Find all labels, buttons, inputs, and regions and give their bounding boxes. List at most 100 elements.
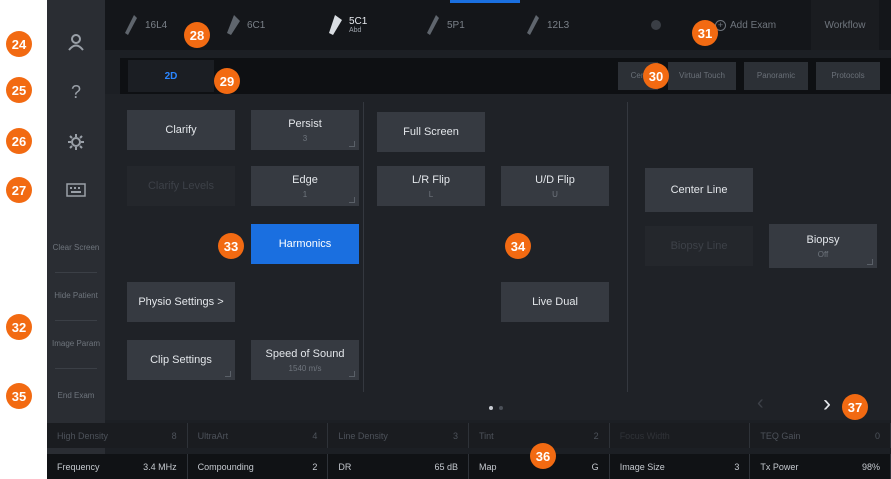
param-tx-power[interactable]: Tx Power 98% <box>750 454 891 479</box>
ultrasound-touch-screen: ? Clear Screen Hide Patient Image Param … <box>47 0 891 479</box>
harmonics-button[interactable]: Harmonics <box>251 224 359 264</box>
callout-badge: 37 <box>842 394 868 420</box>
param-compounding[interactable]: Compounding 2 <box>188 454 329 479</box>
probe-icon <box>329 15 342 35</box>
clip-settings-label: Clip Settings <box>150 354 212 366</box>
biopsy-label: Biopsy <box>806 233 840 246</box>
param-image-size[interactable]: Image Size 3 <box>610 454 751 479</box>
ud-flip-label: U/D Flip <box>535 173 575 186</box>
live-dual-button[interactable]: Live Dual <box>501 282 609 322</box>
callout-badge: 35 <box>6 383 32 409</box>
center-line-label: Center Line <box>670 184 728 196</box>
probe-bar: 16L4 6C1 5C1 Abd 5P1 12L3 + Add Exam Wor… <box>105 0 891 50</box>
biopsy-line-button: Biopsy Line <box>645 226 753 266</box>
probe-icon <box>125 15 137 35</box>
page-dot-active[interactable] <box>489 406 493 410</box>
panoramic-button[interactable]: Panoramic <box>744 62 808 90</box>
callout-badge: 28 <box>184 22 210 48</box>
param-frequency[interactable]: Frequency 3.4 MHz <box>47 454 188 479</box>
probe-5c1[interactable]: 5C1 Abd <box>327 0 367 50</box>
param-dr[interactable]: DR 65 dB <box>328 454 470 479</box>
user-icon[interactable] <box>47 22 105 62</box>
physio-settings-label: Physio Settings > <box>138 296 224 308</box>
probe-label: 12L3 <box>547 19 570 31</box>
probe-icon <box>427 15 439 35</box>
column-divider <box>627 102 628 392</box>
full-screen-button[interactable]: Full Screen <box>377 112 485 152</box>
harmonics-label: Harmonics <box>278 238 332 250</box>
live-dual-label: Live Dual <box>532 296 578 308</box>
sidebar-divider <box>55 368 97 369</box>
speed-of-sound-button[interactable]: Speed of Sound 1540 m/s <box>251 340 359 380</box>
speed-of-sound-value: 1540 m/s <box>288 363 322 373</box>
callout-badge: 24 <box>6 31 32 57</box>
clarify-label: Clarify <box>165 124 197 136</box>
speed-of-sound-label: Speed of Sound <box>265 347 345 360</box>
probe-icon <box>227 15 240 35</box>
param-ultraart[interactable]: UltraArt 4 <box>188 423 329 448</box>
full-screen-label: Full Screen <box>403 126 459 138</box>
callout-badge: 32 <box>6 314 32 340</box>
physio-settings-button[interactable]: Physio Settings > <box>127 282 235 322</box>
probe-12l3[interactable]: 12L3 <box>525 0 569 50</box>
param-teq-gain[interactable]: TEQ Gain 0 <box>750 423 891 448</box>
expand-icon <box>349 371 355 377</box>
control-panel: Clarify Persist 3 Clarify Levels Edge 1 … <box>105 94 891 420</box>
edge-label: Edge <box>292 173 318 186</box>
callout-badge: 33 <box>218 233 244 259</box>
biopsy-value: Off <box>817 249 829 259</box>
clarify-button[interactable]: Clarify <box>127 110 235 150</box>
biopsy-line-label: Biopsy Line <box>670 240 728 252</box>
persist-value: 3 <box>302 133 308 143</box>
add-exam-label: Add Exam <box>730 19 777 31</box>
virtual-touch-button[interactable]: Virtual Touch <box>668 62 736 90</box>
param-line-density[interactable]: Line Density 3 <box>328 423 470 448</box>
callout-badge: 30 <box>643 63 669 89</box>
probe-label: 5P1 <box>447 19 465 31</box>
ud-flip-button[interactable]: U/D Flip U <box>501 166 609 206</box>
probe-16l4[interactable]: 16L4 <box>123 0 167 50</box>
persist-button[interactable]: Persist 3 <box>251 110 359 150</box>
callout-badge: 26 <box>6 128 32 154</box>
param-focus-width: Focus Width <box>610 423 751 448</box>
edge-value: 1 <box>302 189 308 199</box>
ud-flip-value: U <box>552 189 558 199</box>
clarify-levels-button: Clarify Levels <box>127 166 235 206</box>
tab-2d[interactable]: 2D <box>128 60 214 92</box>
previous-page-icon[interactable]: ‹ <box>757 392 764 415</box>
workflow-label: Workflow <box>824 19 866 31</box>
lr-flip-button[interactable]: L/R Flip L <box>377 166 485 206</box>
probe-status-icon <box>651 0 661 50</box>
keyboard-icon[interactable] <box>47 170 105 210</box>
probe-5p1[interactable]: 5P1 <box>425 0 465 50</box>
page-dot[interactable] <box>499 406 503 410</box>
lr-flip-value: L <box>428 189 434 199</box>
gear-icon[interactable] <box>47 122 105 162</box>
clear-screen-button[interactable]: Clear Screen <box>51 228 101 268</box>
callout-badge: 27 <box>6 177 32 203</box>
probe-6c1[interactable]: 6C1 <box>225 0 265 50</box>
add-exam-button[interactable]: + Add Exam <box>715 0 776 50</box>
probe-label: 16L4 <box>145 19 168 31</box>
center-line-button[interactable]: Center Line <box>645 168 753 212</box>
biopsy-button[interactable]: Biopsy Off <box>769 224 877 268</box>
probe-label: 6C1 <box>247 19 266 31</box>
help-icon[interactable]: ? <box>47 72 105 112</box>
end-exam-button[interactable]: End Exam <box>51 376 101 416</box>
callout-badge: 31 <box>692 20 718 46</box>
protocols-button[interactable]: Protocols <box>816 62 880 90</box>
callout-badge: 29 <box>214 68 240 94</box>
edge-button[interactable]: Edge 1 <box>251 166 359 206</box>
callout-badge: 25 <box>6 77 32 103</box>
next-page-icon[interactable]: › <box>823 390 831 418</box>
persist-label: Persist <box>288 117 322 130</box>
expand-icon <box>225 371 231 377</box>
expand-icon <box>349 141 355 147</box>
hide-patient-button[interactable]: Hide Patient <box>51 276 101 316</box>
workflow-button[interactable]: Workflow <box>811 0 879 50</box>
param-high-density[interactable]: High Density 8 <box>47 423 188 448</box>
image-param-button[interactable]: Image Param <box>51 324 101 364</box>
parameter-row-1: High Density 8 UltraArt 4 Line Density 3 Ti… <box>47 423 891 448</box>
parameter-row-2: Frequency 3.4 MHz Compounding 2 DR 65 dB Ma… <box>47 454 891 479</box>
clip-settings-button[interactable]: Clip Settings <box>127 340 235 380</box>
